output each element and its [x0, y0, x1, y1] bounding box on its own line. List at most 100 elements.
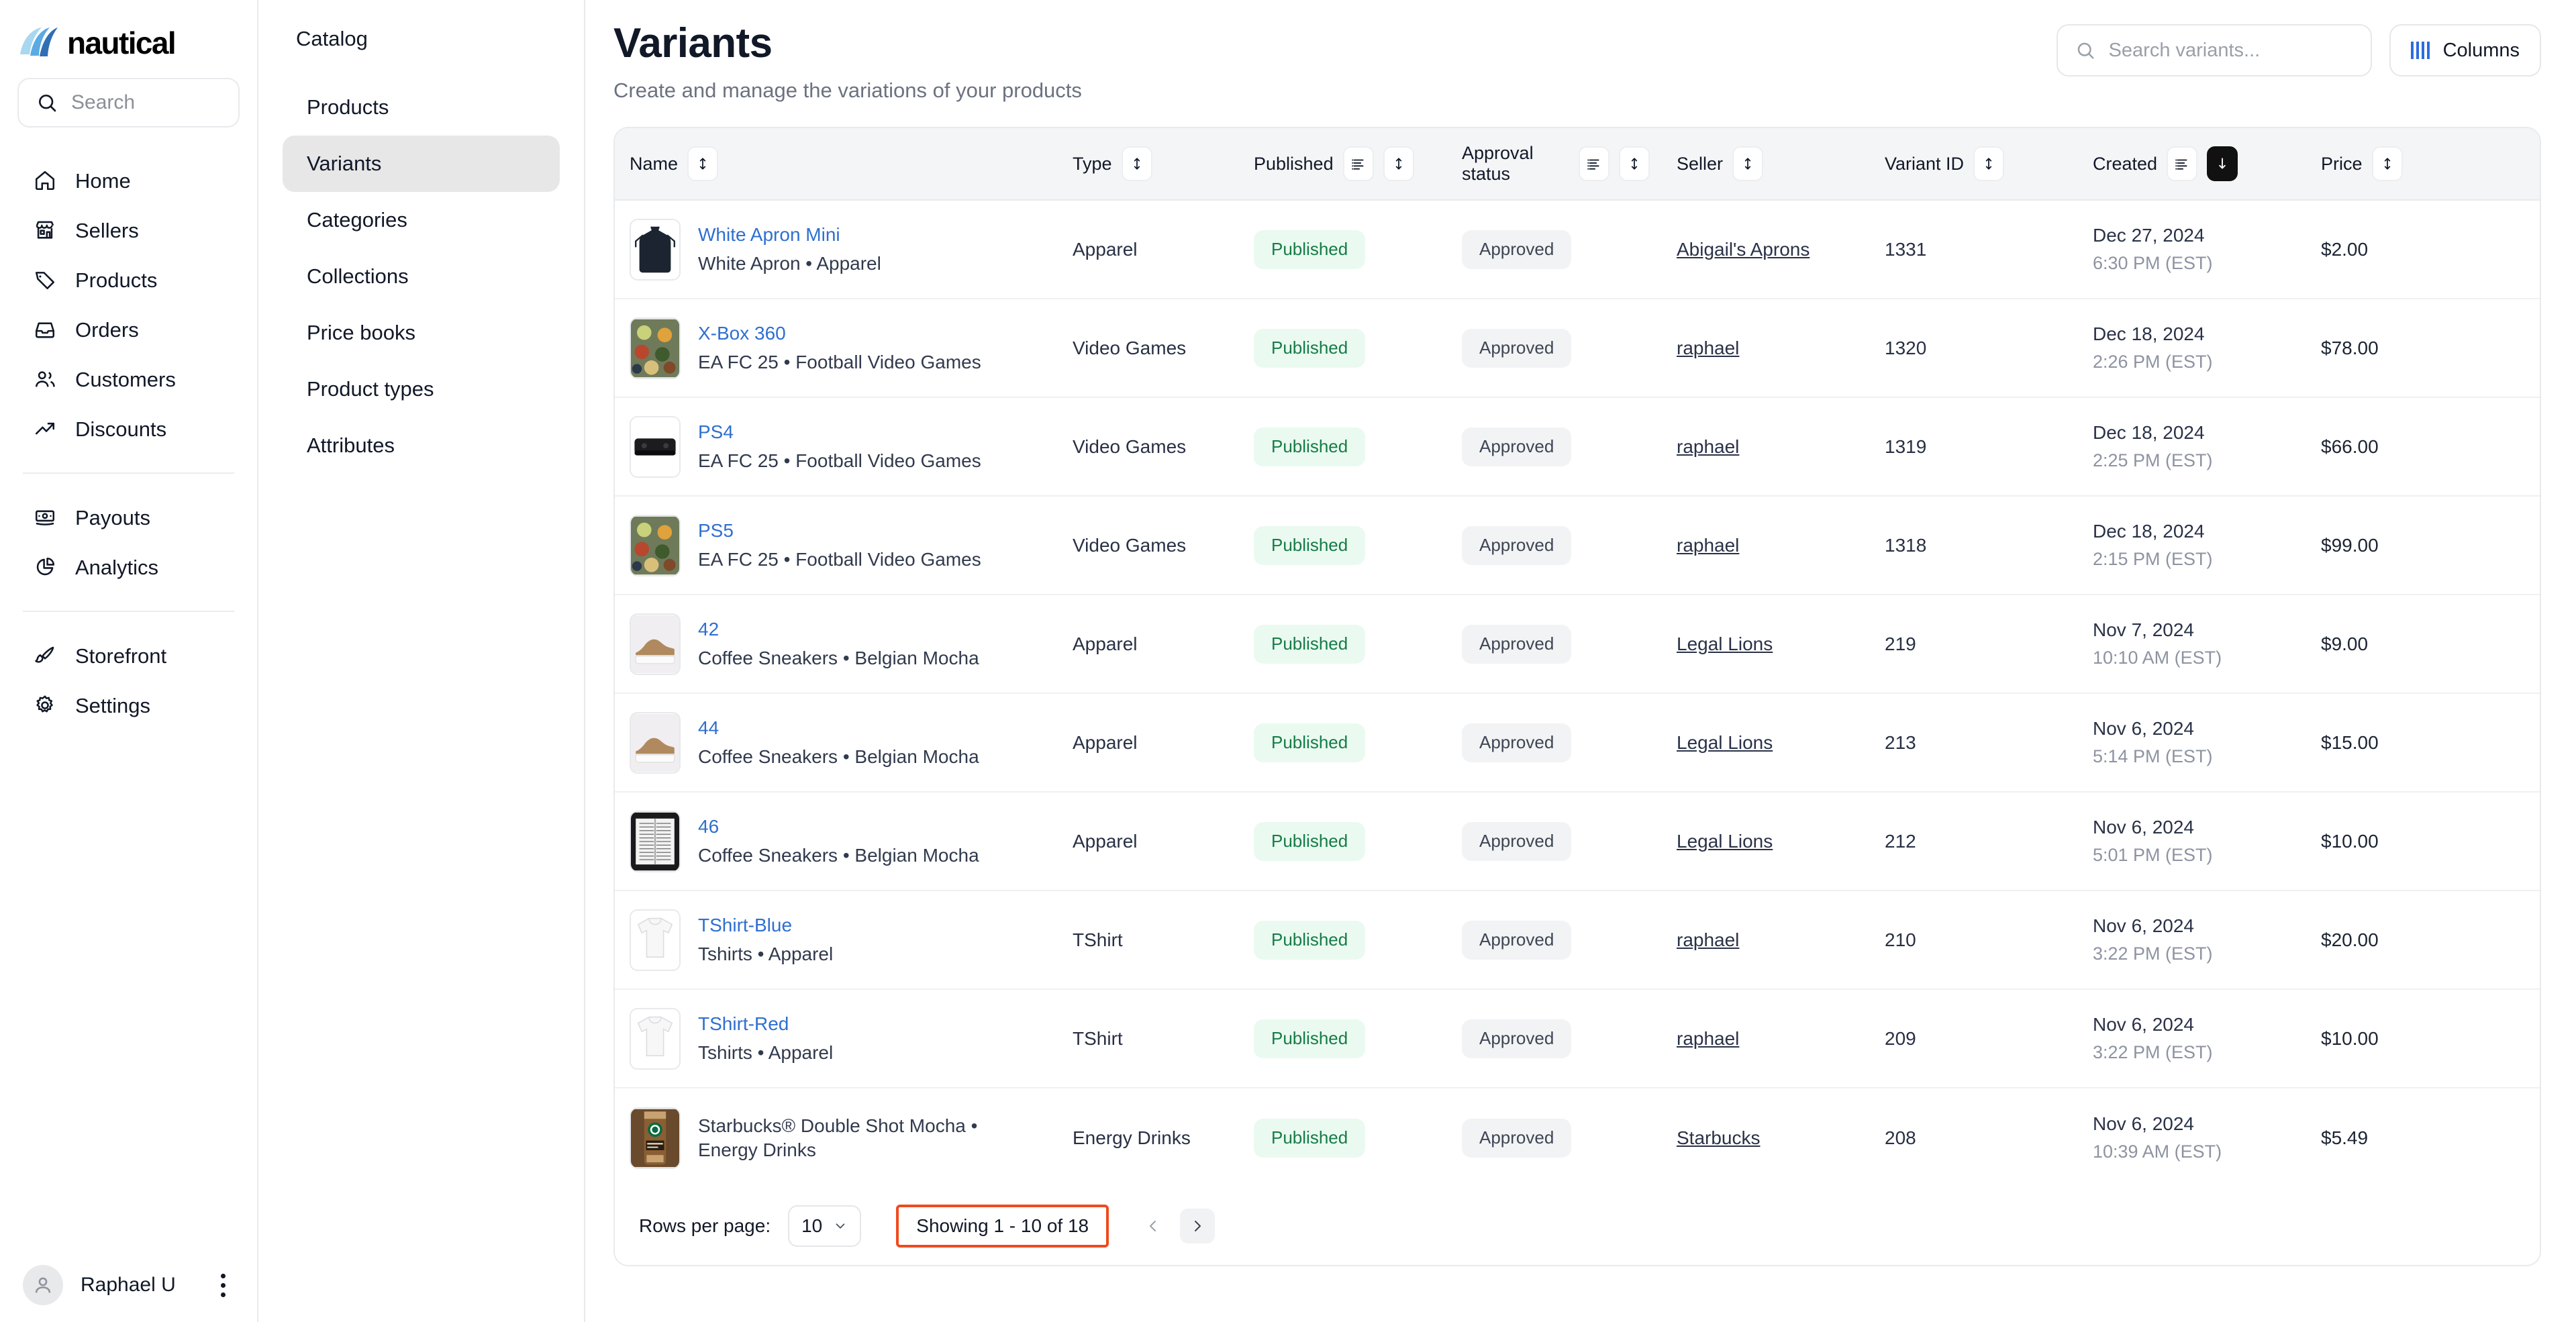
- search-icon: [39, 95, 56, 112]
- column-header-approval-status[interactable]: Approval status: [1447, 128, 1662, 199]
- sidebar-search-input[interactable]: Search: [17, 78, 240, 128]
- cell-approval-status: Approved: [1447, 694, 1662, 791]
- seller-link[interactable]: Starbucks: [1677, 1127, 1761, 1149]
- table-row[interactable]: Starbucks® Double Shot Mocha • Energy Dr…: [615, 1088, 2540, 1187]
- sort-toggle-icon[interactable]: [687, 146, 719, 182]
- sort-toggle-icon[interactable]: [1732, 146, 1764, 182]
- sidebar-item-orders[interactable]: Orders: [17, 305, 240, 354]
- sidebar-item-label: Settings: [75, 693, 151, 717]
- cell-variant-id: 219: [1870, 595, 2078, 693]
- sidebar-item-payouts[interactable]: Payouts: [17, 493, 240, 542]
- filter-list-icon[interactable]: [1579, 146, 1609, 182]
- sidebar-item-home[interactable]: Home: [17, 156, 240, 205]
- seller-link[interactable]: raphael: [1677, 535, 1739, 556]
- table-row[interactable]: X-Box 360 EA FC 25 • Football Video Game…: [615, 299, 2540, 399]
- rows-per-page-label: Rows per page:: [639, 1215, 771, 1237]
- sort-toggle-icon[interactable]: [1383, 146, 1414, 182]
- cell-name: 42 Coffee Sneakers • Belgian Mocha: [615, 595, 1058, 693]
- variant-name-link[interactable]: PS4: [698, 421, 981, 443]
- column-header-type[interactable]: Type: [1058, 128, 1239, 199]
- sidebar-item-customers[interactable]: Customers: [17, 354, 240, 404]
- product-thumbnail: [630, 317, 681, 379]
- seller-link[interactable]: raphael: [1677, 338, 1739, 359]
- previous-page-button[interactable]: [1136, 1209, 1171, 1244]
- cell-variant-id: 208: [1870, 1088, 2078, 1187]
- seller-link[interactable]: Legal Lions: [1677, 633, 1773, 655]
- sort-toggle-icon[interactable]: [1973, 146, 2005, 182]
- column-header-seller[interactable]: Seller: [1662, 128, 1870, 199]
- variant-subtitle: Tshirts • Apparel: [698, 944, 834, 965]
- product-thumbnail: [630, 810, 681, 872]
- more-options-icon[interactable]: [211, 1273, 234, 1297]
- sort-descending-active-icon[interactable]: [2207, 146, 2238, 182]
- subnav-item-collections[interactable]: Collections: [283, 248, 560, 305]
- subnav-item-label: Products: [307, 95, 389, 119]
- variant-subtitle: EA FC 25 • Football Video Games: [698, 549, 981, 570]
- seller-link[interactable]: Legal Lions: [1677, 831, 1773, 852]
- cell-approval-status: Approved: [1447, 1088, 1662, 1187]
- table-row[interactable]: PS4 EA FC 25 • Football Video Games Vide…: [615, 398, 2540, 497]
- sidebar-item-storefront[interactable]: Storefront: [17, 631, 240, 680]
- column-header-price[interactable]: Price: [2306, 128, 2467, 199]
- sidebar-item-label: Products: [75, 268, 158, 292]
- seller-link[interactable]: raphael: [1677, 1028, 1739, 1050]
- sort-toggle-icon[interactable]: [1121, 146, 1152, 182]
- variant-name-link[interactable]: PS5: [698, 520, 981, 542]
- cell-price: $10.00: [2306, 990, 2467, 1087]
- cell-variant-id: 212: [1870, 793, 2078, 890]
- seller-link[interactable]: Abigail's Aprons: [1677, 239, 1810, 260]
- cell-price: $2.00: [2306, 201, 2467, 298]
- table-row[interactable]: 46 Coffee Sneakers • Belgian Mocha Appar…: [615, 793, 2540, 892]
- column-header-name[interactable]: Name: [615, 128, 1058, 199]
- subnav-item-product-types[interactable]: Product types: [283, 361, 560, 417]
- table-row[interactable]: White Apron Mini White Apron • Apparel A…: [615, 201, 2540, 300]
- sidebar-item-settings[interactable]: Settings: [17, 680, 240, 730]
- variant-name-link[interactable]: 42: [698, 619, 979, 640]
- sort-toggle-icon[interactable]: [1619, 146, 1650, 182]
- seller-link[interactable]: Legal Lions: [1677, 732, 1773, 754]
- table-row[interactable]: TShirt-Red Tshirts • Apparel TShirt Publ…: [615, 990, 2540, 1089]
- variant-name-link[interactable]: X-Box 360: [698, 323, 981, 344]
- brand-logo[interactable]: nautical: [0, 0, 257, 64]
- pagination-controls: [1136, 1209, 1216, 1244]
- table-row[interactable]: TShirt-Blue Tshirts • Apparel TShirt Pub…: [615, 891, 2540, 990]
- price-value: $78.00: [2321, 337, 2379, 358]
- filter-list-icon[interactable]: [2167, 146, 2198, 182]
- sidebar-user-row[interactable]: Raphael U: [0, 1248, 257, 1322]
- table-row[interactable]: 44 Coffee Sneakers • Belgian Mocha Appar…: [615, 694, 2540, 793]
- page-title: Variants: [613, 20, 773, 66]
- next-page-button[interactable]: [1180, 1209, 1216, 1244]
- subnav-item-price-books[interactable]: Price books: [283, 305, 560, 361]
- sort-toggle-icon[interactable]: [2371, 146, 2403, 182]
- table-row[interactable]: 42 Coffee Sneakers • Belgian Mocha Appar…: [615, 595, 2540, 695]
- subnav-item-variants[interactable]: Variants: [283, 136, 560, 192]
- cell-price: $78.00: [2306, 299, 2467, 397]
- column-header-variant-id[interactable]: Variant ID: [1870, 128, 2078, 199]
- rows-per-page-select[interactable]: 10: [788, 1205, 862, 1248]
- filter-list-icon[interactable]: [1342, 146, 1374, 182]
- approval-status-badge: Approved: [1462, 1019, 1572, 1058]
- cell-price: $99.00: [2306, 497, 2467, 594]
- variant-name-link[interactable]: TShirt-Blue: [698, 915, 833, 936]
- column-label: Price: [2321, 153, 2363, 174]
- sidebar-item-products[interactable]: Products: [17, 255, 240, 305]
- table-row[interactable]: PS5 EA FC 25 • Football Video Games Vide…: [615, 497, 2540, 596]
- seller-link[interactable]: raphael: [1677, 929, 1739, 951]
- variant-name-link[interactable]: TShirt-Red: [698, 1013, 833, 1035]
- seller-link[interactable]: raphael: [1677, 436, 1739, 458]
- sidebar-item-sellers[interactable]: Sellers: [17, 205, 240, 255]
- variant-name-link[interactable]: White Apron Mini: [698, 224, 881, 246]
- sidebar-item-discounts[interactable]: Discounts: [17, 404, 240, 454]
- subnav-item-categories[interactable]: Categories: [283, 192, 560, 248]
- cell-created: Dec 27, 2024 6:30 PM (EST): [2078, 201, 2306, 298]
- subnav-item-products[interactable]: Products: [283, 79, 560, 136]
- subnav-item-attributes[interactable]: Attributes: [283, 417, 560, 474]
- price-value: $99.00: [2321, 534, 2379, 556]
- variant-name-link[interactable]: 46: [698, 816, 979, 837]
- sidebar-item-analytics[interactable]: Analytics: [17, 542, 240, 592]
- variant-name-link[interactable]: 44: [698, 717, 979, 739]
- column-header-published[interactable]: Published: [1239, 128, 1447, 199]
- column-header-created[interactable]: Created: [2078, 128, 2306, 199]
- search-input[interactable]: Search variants...: [2056, 24, 2372, 77]
- columns-button[interactable]: Columns: [2389, 24, 2541, 77]
